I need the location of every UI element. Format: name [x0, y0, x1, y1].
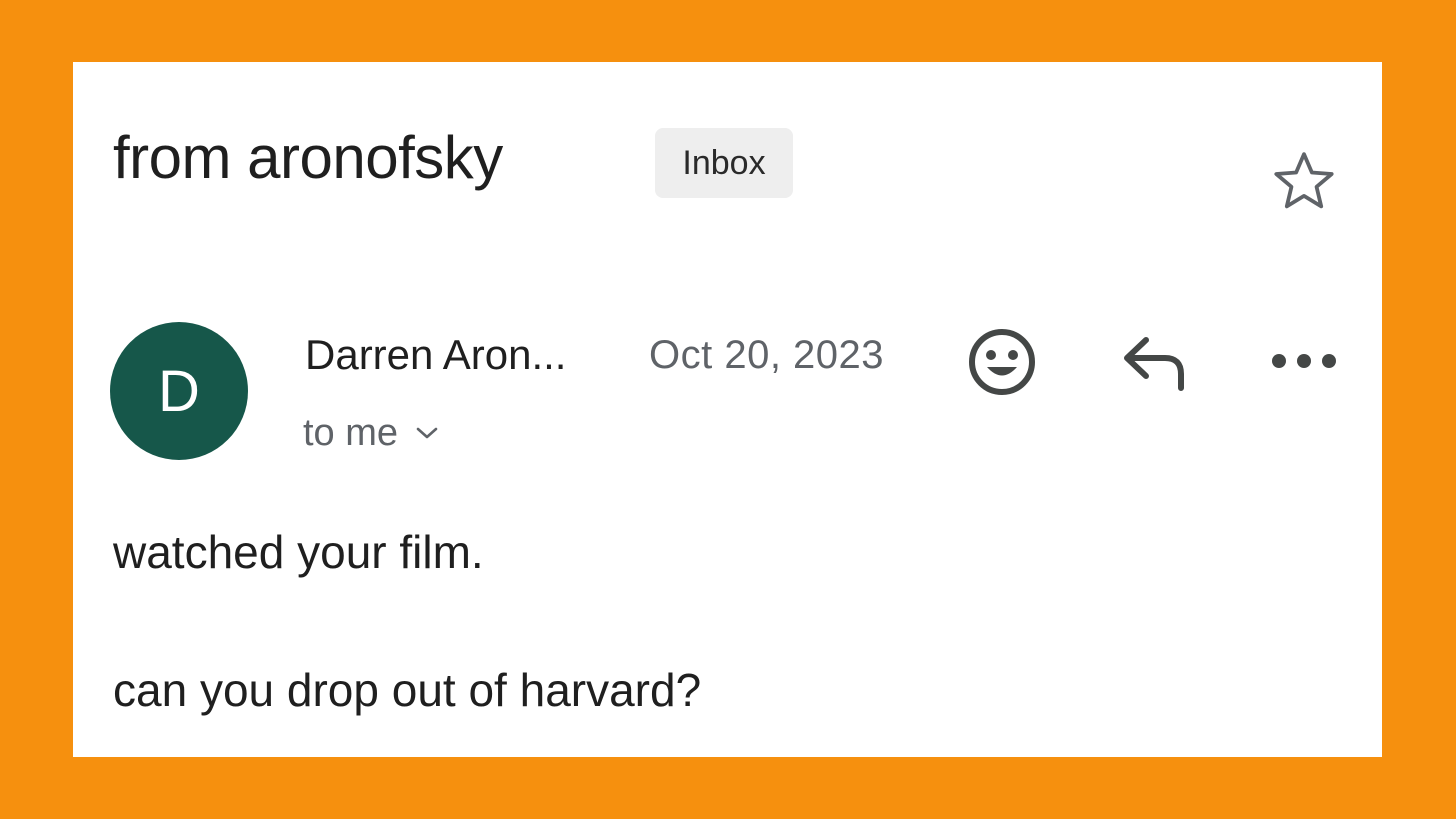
- sender-avatar[interactable]: D: [110, 322, 248, 460]
- inbox-label-badge[interactable]: Inbox: [655, 128, 793, 198]
- email-subject: from aronofsky: [113, 124, 503, 191]
- email-view: from aronofsky Inbox D Darren Aron... Oc…: [73, 62, 1382, 757]
- recipient-details-toggle[interactable]: to me: [303, 410, 440, 456]
- inbox-label-text: Inbox: [682, 143, 766, 182]
- avatar-initial: D: [158, 358, 200, 424]
- star-icon[interactable]: [1269, 146, 1339, 216]
- email-body-line: can you drop out of harvard?: [113, 664, 702, 716]
- email-body-line: watched your film.: [113, 526, 484, 578]
- chevron-down-icon: [416, 427, 438, 439]
- add-emoji-icon[interactable]: [966, 326, 1038, 398]
- sender-name[interactable]: Darren Aron...: [305, 330, 566, 380]
- reply-icon[interactable]: [1119, 332, 1191, 392]
- email-date: Oct 20, 2023: [649, 333, 885, 377]
- recipient-text: to me: [303, 412, 399, 454]
- more-options-icon[interactable]: [1269, 348, 1339, 374]
